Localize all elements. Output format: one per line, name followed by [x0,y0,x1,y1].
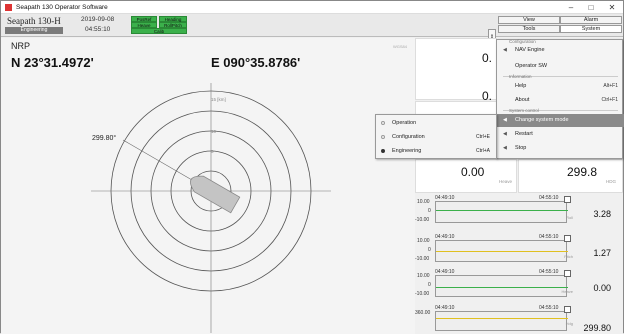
menu-item-about[interactable]: About Ctrl+F1 [497,94,624,107]
app-icon [5,3,12,11]
maximize-icon[interactable]: □ [581,1,601,14]
mode-item-label: Engineering [392,148,422,154]
ring-label-inner: 5 [211,149,214,154]
page-title: NRP [11,41,31,51]
triangle-left-icon: ◀ [503,117,507,123]
mode-item-engineering[interactable]: Engineering Ctrl+A [376,144,496,158]
triangle-left-icon: ◀ [503,131,507,137]
menu-item-label: About [515,97,530,103]
menu-item-label: Change system mode [515,117,569,123]
trend-plot [435,275,568,297]
trend-ymin: -10.00 [415,217,430,223]
mode-item-label: Configuration [392,134,425,140]
trend-ymax: 10.00 [417,238,430,244]
menu-item-change-system-mode[interactable]: ◀ Change system mode [497,114,624,127]
trend-ymid: 0 [428,282,431,288]
trend-ymax: 360.00 [415,310,431,316]
radio-selected-icon [381,149,385,153]
time-label: 04:55:10 [85,26,111,33]
ring-label-outer: 15 [km] [211,97,226,102]
tools-button[interactable]: Tools [498,25,560,33]
mode-item-configuration[interactable]: Configuration Ctrl+E [376,130,496,144]
menu-item-operator-sw[interactable]: Operator SW [497,60,624,73]
close-icon[interactable]: ✕ [602,1,622,14]
product-name: Seapath 130-H [7,16,61,26]
lock-icon[interactable] [564,306,571,313]
vessel-shape [190,175,241,214]
lock-icon[interactable] [564,235,571,242]
menu-item-label: Stop [515,145,527,151]
trend-value: 299.80 [583,323,611,333]
trend-ymax: 10.00 [417,199,430,205]
trend-plot [435,240,568,262]
mode-shortcut: Ctrl+A [475,148,490,154]
trend-unit: Hdg [565,321,573,326]
triangle-left-icon: ◀ [503,47,507,53]
menu-shortcut: Ctrl+F1 [601,97,618,103]
menu-section-system-control: System control [509,108,539,113]
trend-plot [435,311,568,331]
lock-icon[interactable] [564,196,571,203]
header-bar: Seapath 130-H Engineering 2019-09-08 04:… [1,14,623,43]
trend-roll: 04:49:10 04:55:10 10.00 0 -10.00 Roll 3.… [415,195,623,233]
heading-label: 299.80° [92,135,117,142]
heave-value: 0.00 [461,165,485,179]
view-button[interactable]: View [498,16,560,24]
trend-value: 3.28 [593,209,611,219]
menu-item-label: Help [515,83,527,89]
hdg-unit: HDG [606,179,616,184]
heave-unit: Heave [499,179,513,184]
system-button[interactable]: System [560,25,622,33]
system-mode-submenu: Operation Configuration Ctrl+E Engineerin… [375,114,497,159]
longitude-readout: E 090°35.8786' [211,55,301,70]
app-window: Seapath 130 Operator Software – □ ✕ Seap… [0,0,624,334]
mode-item-label: Operation [392,120,417,126]
position-plot: 15 [km] 10 5 [91,83,331,333]
trend-plot [435,201,568,223]
window-title: Seapath 130 Operator Software [16,3,108,11]
mode-item-operation[interactable]: Operation [376,116,496,130]
trend-ymin: -10.00 [415,291,430,297]
mode-badge: Engineering [5,27,63,34]
menu-item-stop[interactable]: ◀ Stop [497,142,624,155]
trend-ymin: -10.00 [415,256,430,262]
title-bar: Seapath 130 Operator Software – □ ✕ [1,1,623,14]
trend-unit: Pitch [564,254,573,259]
menu-item-label: NAV Engine [515,47,545,53]
trend-heading: 04:49:10 04:55:10 360.00 Hdg 299.80 [415,305,623,334]
ring-label-mid: 10 [211,129,217,134]
tile-2-value: 0. [482,89,493,103]
menu-shortcut: Alt+F1 [603,83,618,89]
alarm-button[interactable]: Alarm [560,16,622,24]
trend-heave: 04:49:10 04:55:10 10.00 0 -10.00 Heave 0… [415,269,623,307]
date-label: 2019-09-08 [81,16,115,23]
system-menu: Configuration ◀ NAV Engine Operator SW In… [496,39,624,159]
trend-value: 1.27 [593,248,611,258]
trend-unit: Heave [561,289,573,294]
minimize-icon[interactable]: – [561,1,581,14]
trend-ymid: 0 [428,247,431,253]
hdg-value: 299.8 [567,165,598,179]
latitude-readout: N 23°31.4972' [11,55,94,70]
menu-section-information: Information [509,74,532,79]
triangle-left-icon: ◀ [503,145,507,151]
menu-item-label: Operator SW [515,63,548,69]
menu-item-restart[interactable]: ◀ Restart [497,128,624,141]
radio-icon [381,121,385,125]
radio-icon [381,135,385,139]
trend-unit: Roll [566,215,573,220]
trend-pitch: 04:49:10 04:55:10 10.00 0 -10.00 Pitch 1… [415,234,623,272]
status-calib[interactable]: Calib [131,28,187,34]
tile-1-value: 0. [482,51,493,65]
menu-item-nav-engine[interactable]: ◀ NAV Engine [497,44,624,57]
trend-value: 0.00 [593,283,611,293]
trend-ymid: 0 [428,208,431,214]
menu-item-label: Restart [515,131,533,137]
menu-item-help[interactable]: Help Alt+F1 [497,80,624,93]
sensor-code: WGS84 [393,44,408,49]
trend-ymax: 10.00 [417,273,430,279]
mode-shortcut: Ctrl+E [475,134,490,140]
lock-icon[interactable] [564,270,571,277]
